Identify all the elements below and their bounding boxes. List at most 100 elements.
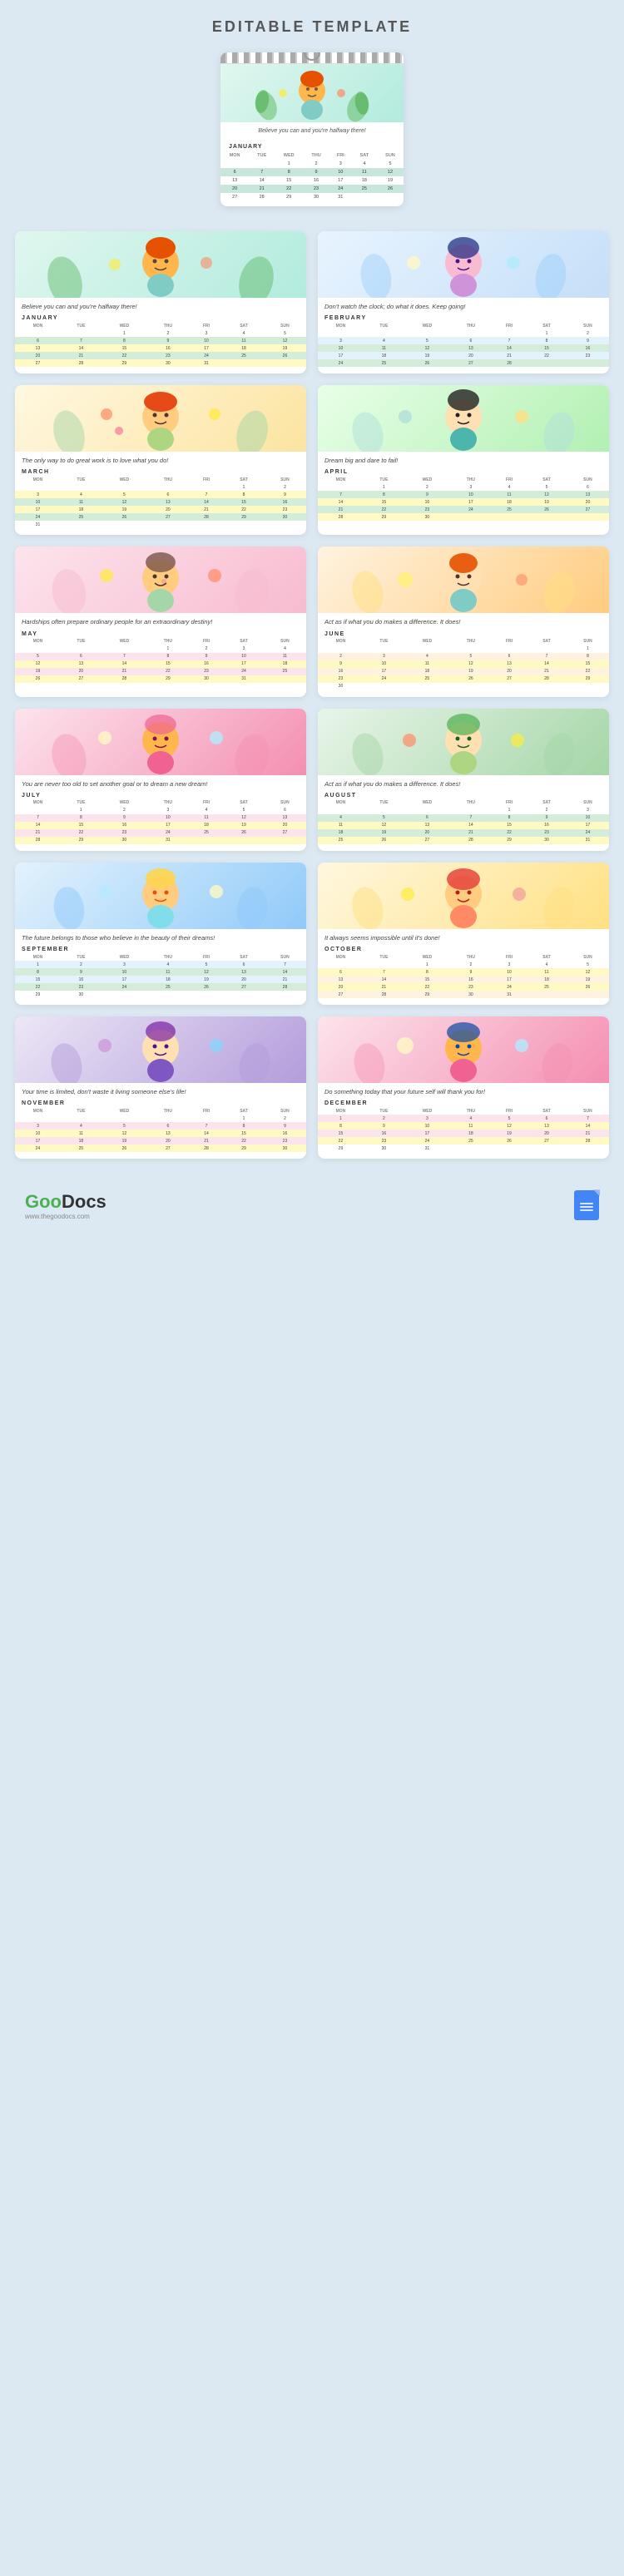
day-header-sat: SAT — [352, 151, 377, 160]
month-quote-jul: You are never too old to set another goa… — [15, 775, 306, 790]
table-row: 3456789 — [15, 1122, 306, 1130]
month-name-oct: OCTOBER — [318, 944, 609, 953]
table-row: 12345 — [318, 961, 609, 968]
day-header-tue: TUE — [249, 151, 275, 160]
table-row: 10111213141516 — [15, 1130, 306, 1137]
month-cal-sep: MONTUEWEDTHUFRISATSUN1234567891011121314… — [15, 953, 306, 998]
table-row: 6789101112 — [15, 337, 306, 344]
month-name-dec: DECEMBER — [318, 1098, 609, 1107]
table-row: 262728293031 — [15, 675, 306, 683]
table-row: 2345678 — [318, 653, 609, 660]
table-row: 31 — [15, 521, 306, 528]
table-row: 123456 — [15, 807, 306, 814]
logo-goo: Goo — [25, 1191, 62, 1212]
table-row: 3456789 — [318, 337, 609, 344]
day-header-wed: WED — [275, 151, 303, 160]
table-row: 12131415161718 — [15, 660, 306, 668]
table-row: 21222324252627 — [15, 829, 306, 837]
month-cal-apr: MONTUEWEDTHUFRISATSUN1234567891011121314… — [318, 476, 609, 521]
month-cal-nov: MONTUEWEDTHUFRISATSUN1234567891011121314… — [15, 1107, 306, 1152]
table-row: 15161718192021 — [15, 976, 306, 983]
table-row: 123456 — [318, 483, 609, 491]
month-illus-jul — [15, 709, 306, 775]
month-quote-feb: Don't watch the clock; do what it does. … — [318, 298, 609, 313]
table-row: 28293031 — [15, 837, 306, 844]
month-cal-jan: MONTUEWEDTHUFRISATSUN1234567891011121314… — [15, 322, 306, 367]
table-row: 20212223242526 — [15, 352, 306, 359]
month-quote-oct: It always seems impossible until it's do… — [318, 929, 609, 944]
table-row: 9101112131415 — [318, 660, 609, 668]
table-row: 282930 — [318, 513, 609, 521]
month-illus-mar — [15, 385, 306, 452]
day-header-mon: MON — [220, 151, 249, 160]
table-row: 13141516171819 — [15, 344, 306, 352]
table-row: 2425262728 — [318, 359, 609, 367]
table-row: 2930 — [15, 991, 306, 998]
table-row: 19202122232425 — [15, 668, 306, 675]
month-name-apr: APRIL — [318, 467, 609, 476]
month-name-jul: JULY — [15, 790, 306, 799]
month-illus-jun — [318, 546, 609, 613]
table-row: 12 — [15, 1115, 306, 1122]
table-row: 24252627282930 — [15, 1145, 306, 1152]
table-row: 891011121314 — [318, 1122, 609, 1130]
main-calendar-quote: Believe you can and you're halfway there… — [220, 122, 404, 141]
month-name-sep: SEPTEMBER — [15, 944, 306, 953]
table-row: 20212223242526 — [318, 983, 609, 991]
table-row: 12 — [318, 329, 609, 337]
month-cal-dec: MONTUEWEDTHUFRISATSUN1234567891011121314… — [318, 1107, 609, 1152]
month-illus-sep — [15, 863, 306, 929]
month-quote-may: Hardships often prepare ordinary people … — [15, 613, 306, 628]
logo-docs: Docs — [62, 1191, 106, 1212]
month-cal-may: MONTUEWEDTHUFRISATSUN1234567891011121314… — [15, 638, 306, 683]
main-calendar-card: Believe you can and you're halfway there… — [220, 52, 404, 206]
doc-line-3 — [580, 1209, 593, 1211]
month-name-jun: JUNE — [318, 629, 609, 638]
table-row: 293031 — [318, 1145, 609, 1152]
month-illus-jan — [15, 231, 306, 298]
month-illus-may — [15, 546, 306, 613]
table-row: 123 — [318, 807, 609, 814]
table-row: 14151617181920 — [15, 822, 306, 829]
table-row: 13141516171819 — [318, 976, 609, 983]
table-row: 25262728293031 — [318, 837, 609, 844]
table-row: 1 — [318, 645, 609, 653]
logo-subtitle: www.thegoodocs.com — [25, 1213, 106, 1220]
table-row: 10111213141516 — [318, 344, 609, 352]
logo-text: GooDocs — [25, 1191, 106, 1213]
month-card-sep: The future belongs to those who believe … — [15, 863, 306, 1005]
table-row: 12 — [15, 483, 306, 491]
day-header-sun: SUN — [377, 151, 404, 160]
table-row: 21222324252627 — [318, 506, 609, 513]
month-card-apr: Dream big and dare to fail!APRILMONTUEWE… — [318, 385, 609, 535]
month-name-nov: NOVEMBER — [15, 1098, 306, 1107]
table-row: 16171819202122 — [318, 668, 609, 675]
table-row: 12345 — [15, 329, 306, 337]
month-cal-feb: MONTUEWEDTHUFRISATSUN1234567891011121314… — [318, 322, 609, 367]
day-header-fri: FRI — [329, 151, 352, 160]
month-illus-oct — [318, 863, 609, 929]
month-illus-nov — [15, 1016, 306, 1083]
month-quote-dec: Do something today that your future self… — [318, 1083, 609, 1098]
table-row: 10111213141516 — [15, 498, 306, 506]
month-name-aug: AUGUST — [318, 790, 609, 799]
main-illus-svg — [245, 64, 379, 122]
table-row: 11121314151617 — [318, 822, 609, 829]
main-calendar-grid: MON TUE WED THU FRI SAT SUN 12345 678910… — [220, 151, 404, 201]
table-row: 1234567 — [15, 961, 306, 968]
table-row: 23242526272829 — [318, 675, 609, 683]
month-name-jan: JANUARY — [15, 313, 306, 322]
table-row: 30 — [318, 683, 609, 690]
months-grid: Believe you can and you're halfway there… — [0, 223, 624, 1176]
month-cal-jul: MONTUEWEDTHUFRISATSUN1234567891011121314… — [15, 799, 306, 844]
table-row: 1234567 — [318, 1115, 609, 1122]
logo: GooDocs www.thegoodocs.com — [25, 1191, 106, 1220]
month-quote-mar: The only way to do great work is to love… — [15, 452, 306, 467]
month-illus-apr — [318, 385, 609, 452]
main-calendar-preview: Believe you can and you're halfway there… — [0, 44, 624, 223]
table-row: 22232425262728 — [15, 983, 306, 991]
table-row: 2728293031 — [15, 359, 306, 367]
table-row: 1234 — [15, 645, 306, 653]
doc-icon-lines — [580, 1201, 593, 1213]
table-row: 891011121314 — [15, 968, 306, 976]
